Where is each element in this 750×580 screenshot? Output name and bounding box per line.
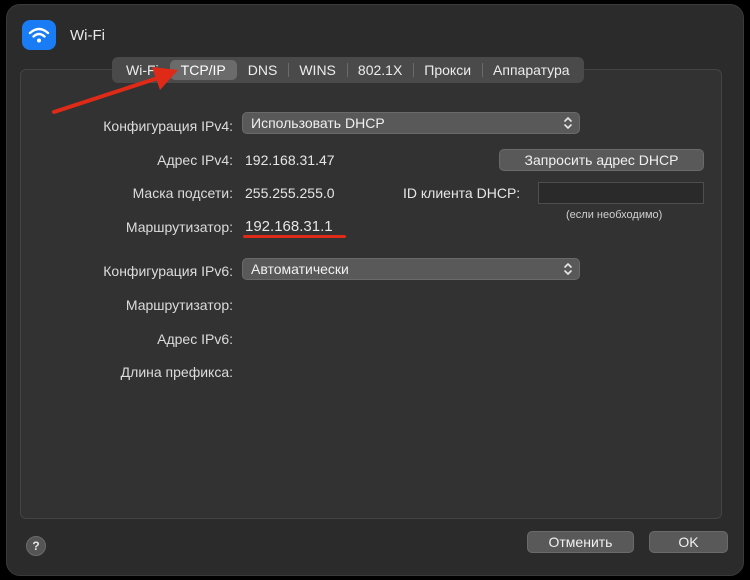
dhcp-client-id-hint: (если необходимо) — [566, 209, 663, 221]
prefix-length-label: Длина префикса: — [120, 364, 233, 380]
settings-panel — [20, 69, 722, 519]
ok-button[interactable]: OK — [649, 531, 728, 553]
dhcp-client-id-input[interactable] — [538, 182, 704, 204]
tab-wins[interactable]: WINS — [288, 60, 347, 80]
help-icon[interactable]: ? — [26, 536, 46, 556]
router-value: 192.168.31.1 — [245, 218, 333, 235]
tab-dns[interactable]: DNS — [237, 60, 289, 80]
renew-dhcp-button[interactable]: Запросить адрес DHCP — [499, 149, 704, 171]
subnet-mask-value: 255.255.255.0 — [245, 185, 335, 201]
subnet-mask-label: Маска подсети: — [132, 185, 233, 201]
ipv4-address-label: Адрес IPv4: — [157, 152, 233, 168]
ipv4-address-value: 192.168.31.47 — [245, 152, 335, 168]
ipv6-config-value: Автоматически — [251, 261, 349, 277]
router-label: Маршрутизатор: — [125, 219, 233, 235]
annotation-underline — [243, 235, 346, 238]
ipv4-config-select[interactable]: Использовать DHCP — [242, 112, 580, 134]
ipv6-router-label: Маршрутизатор: — [125, 297, 233, 313]
updown-arrows-icon — [564, 263, 572, 275]
cancel-button[interactable]: Отменить — [527, 531, 634, 553]
annotation-arrow-icon — [52, 67, 178, 114]
dhcp-client-id-label: ID клиента DHCP: — [403, 185, 521, 201]
ipv4-config-label: Конфигурация IPv4: — [103, 118, 233, 134]
updown-arrows-icon — [564, 117, 572, 129]
tab-8021x[interactable]: 802.1X — [346, 60, 413, 80]
ipv6-address-label: Адрес IPv6: — [157, 331, 233, 347]
window-title: Wi-Fi — [70, 26, 105, 44]
ipv6-config-select[interactable]: Автоматически — [242, 258, 580, 280]
tab-hardware[interactable]: Аппаратура — [482, 60, 581, 80]
ipv4-config-value: Использовать DHCP — [251, 115, 385, 131]
tab-proxy[interactable]: Прокси — [413, 60, 482, 80]
titlebar: Wi-Fi — [22, 18, 105, 52]
ipv6-config-label: Конфигурация IPv6: — [103, 263, 233, 279]
wifi-icon — [22, 20, 56, 50]
